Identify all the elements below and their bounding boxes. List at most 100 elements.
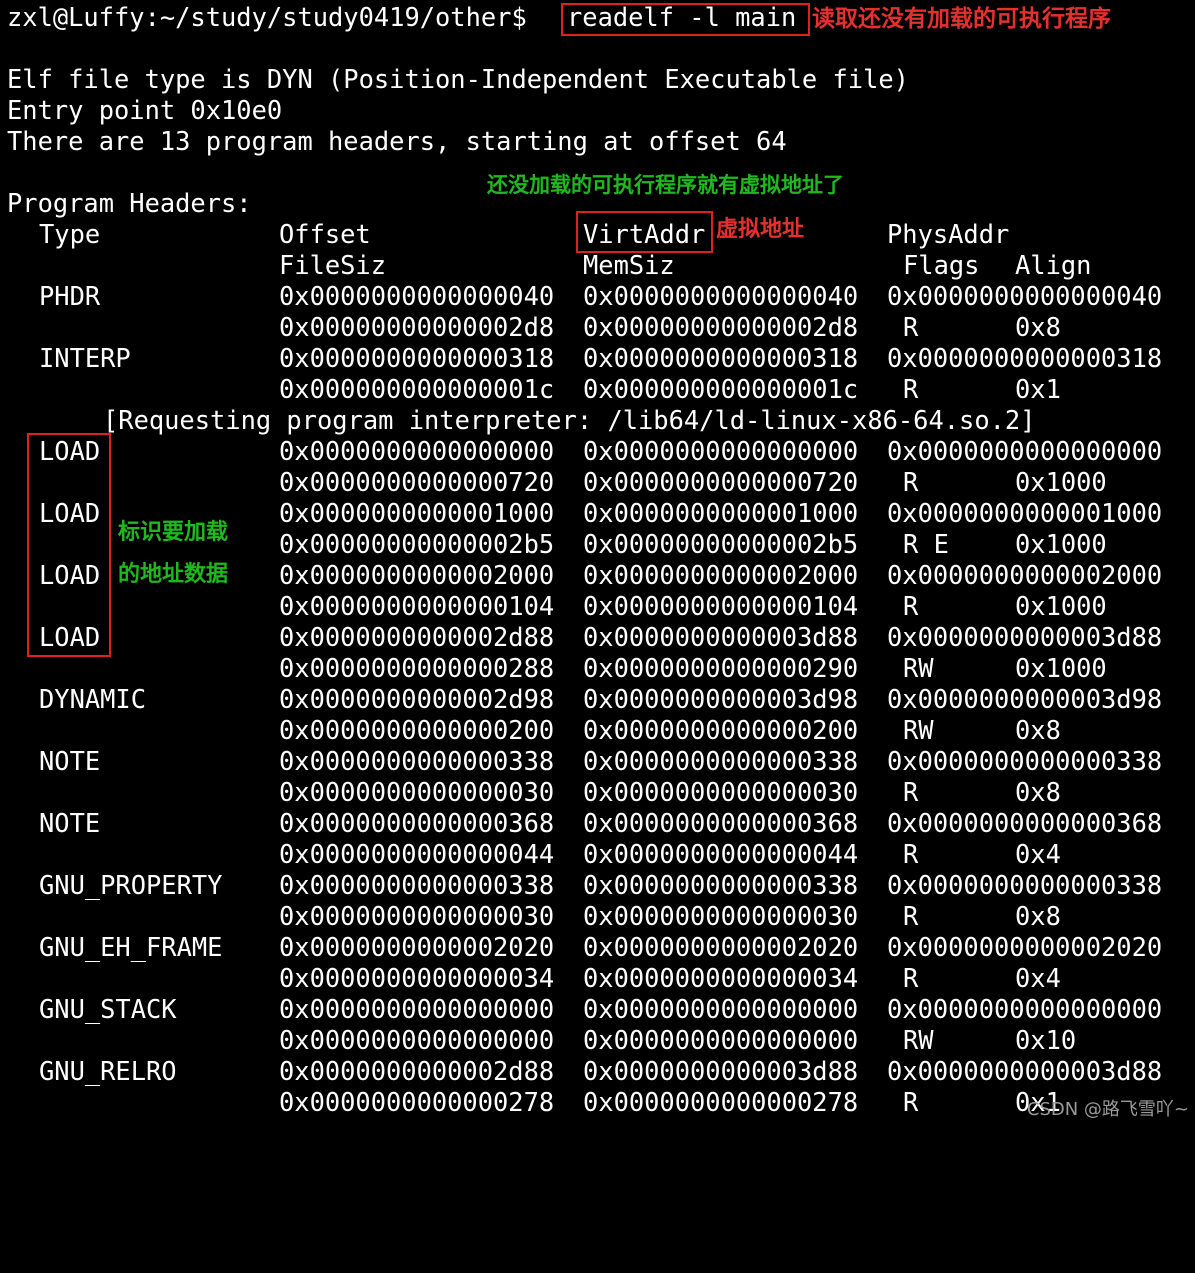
row-virtaddr: 0x0000000000000368 <box>583 808 859 838</box>
row-memsiz: 0x0000000000000290 <box>583 653 859 683</box>
row-virtaddr: 0x0000000000000040 <box>583 281 859 311</box>
row-flags: RW <box>903 653 934 683</box>
row-offset: 0x0000000000000368 <box>279 808 555 838</box>
header-flags: Flags <box>903 250 980 280</box>
table-row-detail: 0x000000000000001c 0x000000000000001c R … <box>7 374 1061 405</box>
row-virtaddr: 0x0000000000003d88 <box>583 622 859 652</box>
row-type: PHDR <box>39 281 101 311</box>
entry-point-line: Entry point 0x10e0 <box>7 95 283 125</box>
row-memsiz: 0x0000000000000200 <box>583 715 859 745</box>
row-virtaddr: 0x0000000000000000 <box>583 994 859 1024</box>
row-type: INTERP <box>39 343 131 373</box>
virtaddr-annotation: 虚拟地址 <box>716 216 805 242</box>
row-memsiz: 0x0000000000000000 <box>583 1025 859 1055</box>
csdn-watermark: CSDN @路飞雪吖~ <box>1026 1099 1189 1120</box>
row-virtaddr: 0x0000000000003d98 <box>583 684 859 714</box>
row-type: NOTE <box>39 808 101 838</box>
table-row-detail: 0x0000000000000000 0x0000000000000000 RW… <box>7 1025 1076 1056</box>
row-flags: R <box>903 591 919 621</box>
row-virtaddr: 0x0000000000000338 <box>583 870 859 900</box>
row-flags: R <box>903 777 919 807</box>
program-headers-title: Program Headers: <box>7 188 252 218</box>
row-offset: 0x0000000000000000 <box>279 436 555 466</box>
table-row: INTERP 0x0000000000000318 0x000000000000… <box>7 343 1162 374</box>
row-align: 0x8 <box>1015 901 1061 931</box>
row-align: 0x1000 <box>1015 529 1107 559</box>
row-virtaddr: 0x0000000000002020 <box>583 932 859 962</box>
row-offset: 0x0000000000000338 <box>279 870 555 900</box>
row-align: 0x1000 <box>1015 467 1107 497</box>
interpreter-path: [Requesting program interpreter: /lib64/… <box>103 405 1036 435</box>
header-memsiz: MemSiz <box>583 250 675 280</box>
row-offset: 0x0000000000002d98 <box>279 684 555 714</box>
row-filesiz: 0x0000000000000278 <box>279 1087 555 1117</box>
row-offset: 0x0000000000002d88 <box>279 1056 555 1086</box>
row-physaddr: 0x0000000000003d98 <box>887 684 1163 714</box>
row-memsiz: 0x0000000000000720 <box>583 467 859 497</box>
row-memsiz: 0x000000000000001c <box>583 374 859 404</box>
header-type: Type <box>39 219 101 249</box>
load-annotation-line-2: 的地址数据 <box>118 561 229 587</box>
row-type: GNU_EH_FRAME <box>39 932 223 962</box>
row-virtaddr: 0x0000000000002000 <box>583 560 859 590</box>
table-row: DYNAMIC 0x0000000000002d98 0x00000000000… <box>7 684 1162 715</box>
row-memsiz: 0x00000000000002d8 <box>583 312 859 342</box>
row-filesiz: 0x000000000000001c <box>279 374 555 404</box>
table-row: GNU_EH_FRAME 0x0000000000002020 0x000000… <box>7 932 1162 963</box>
row-filesiz: 0x0000000000000030 <box>279 901 555 931</box>
shell-prompt: zxl@Luffy:~/study/study0419/other$ <box>7 2 543 32</box>
row-align: 0x8 <box>1015 715 1061 745</box>
row-flags: RW <box>903 1025 934 1055</box>
row-align: 0x8 <box>1015 312 1061 342</box>
row-virtaddr: 0x0000000000001000 <box>583 498 859 528</box>
row-physaddr: 0x0000000000000000 <box>887 994 1163 1024</box>
row-filesiz: 0x00000000000002b5 <box>279 529 555 559</box>
row-type: GNU_STACK <box>39 994 177 1024</box>
table-header-row-1: Type Offset VirtAddr PhysAddr <box>7 219 1009 250</box>
elf-type-line: Elf file type is DYN (Position-Independe… <box>7 64 909 94</box>
row-filesiz: 0x0000000000000200 <box>279 715 555 745</box>
row-align: 0x1000 <box>1015 591 1107 621</box>
virtaddr-highlight-box <box>576 211 713 253</box>
row-offset: 0x0000000000000318 <box>279 343 555 373</box>
row-memsiz: 0x00000000000002b5 <box>583 529 859 559</box>
load-annotation-line-1: 标识要加载 <box>118 519 229 545</box>
row-filesiz: 0x00000000000002d8 <box>279 312 555 342</box>
row-physaddr: 0x0000000000003d88 <box>887 1056 1163 1086</box>
row-offset: 0x0000000000001000 <box>279 498 555 528</box>
row-offset: 0x0000000000000000 <box>279 994 555 1024</box>
row-flags: R <box>903 374 919 404</box>
row-align: 0x1000 <box>1015 653 1107 683</box>
table-row: GNU_STACK 0x0000000000000000 0x000000000… <box>7 994 1162 1025</box>
row-physaddr: 0x0000000000000368 <box>887 808 1163 838</box>
terminal-window[interactable]: zxl@Luffy:~/study/study0419/other$ reade… <box>0 0 1195 1127</box>
header-filesiz: FileSiz <box>279 250 387 280</box>
table-row-detail: 0x0000000000000278 0x0000000000000278 R … <box>7 1087 1061 1118</box>
row-virtaddr: 0x0000000000003d88 <box>583 1056 859 1086</box>
row-offset: 0x0000000000002000 <box>279 560 555 590</box>
row-align: 0x8 <box>1015 777 1061 807</box>
row-physaddr: 0x0000000000000000 <box>887 436 1163 466</box>
header-align: Align <box>1015 250 1092 280</box>
interpreter-note: [Requesting program interpreter: /lib64/… <box>7 405 1035 436</box>
row-align: 0x10 <box>1015 1025 1077 1055</box>
row-type: GNU_PROPERTY <box>39 870 223 900</box>
table-row-detail: 0x0000000000000034 0x0000000000000034 R … <box>7 963 1061 994</box>
program-headers-count-line: There are 13 program headers, starting a… <box>7 126 787 156</box>
row-type: NOTE <box>39 746 101 776</box>
table-row: PHDR 0x0000000000000040 0x00000000000000… <box>7 281 1162 312</box>
row-virtaddr: 0x0000000000000318 <box>583 343 859 373</box>
row-offset: 0x0000000000000040 <box>279 281 555 311</box>
row-flags: R <box>903 467 919 497</box>
row-flags: RW <box>903 715 934 745</box>
row-align: 0x1 <box>1015 374 1061 404</box>
table-row-detail: 0x00000000000002d8 0x00000000000002d8 R … <box>7 312 1061 343</box>
row-flags: R <box>903 312 919 342</box>
row-physaddr: 0x0000000000000040 <box>887 281 1163 311</box>
row-align: 0x4 <box>1015 963 1061 993</box>
row-physaddr: 0x0000000000001000 <box>887 498 1163 528</box>
command-annotation: 读取还没有加载的可执行程序 <box>812 5 1111 32</box>
row-filesiz: 0x0000000000000044 <box>279 839 555 869</box>
row-type: GNU_RELRO <box>39 1056 177 1086</box>
row-filesiz: 0x0000000000000034 <box>279 963 555 993</box>
